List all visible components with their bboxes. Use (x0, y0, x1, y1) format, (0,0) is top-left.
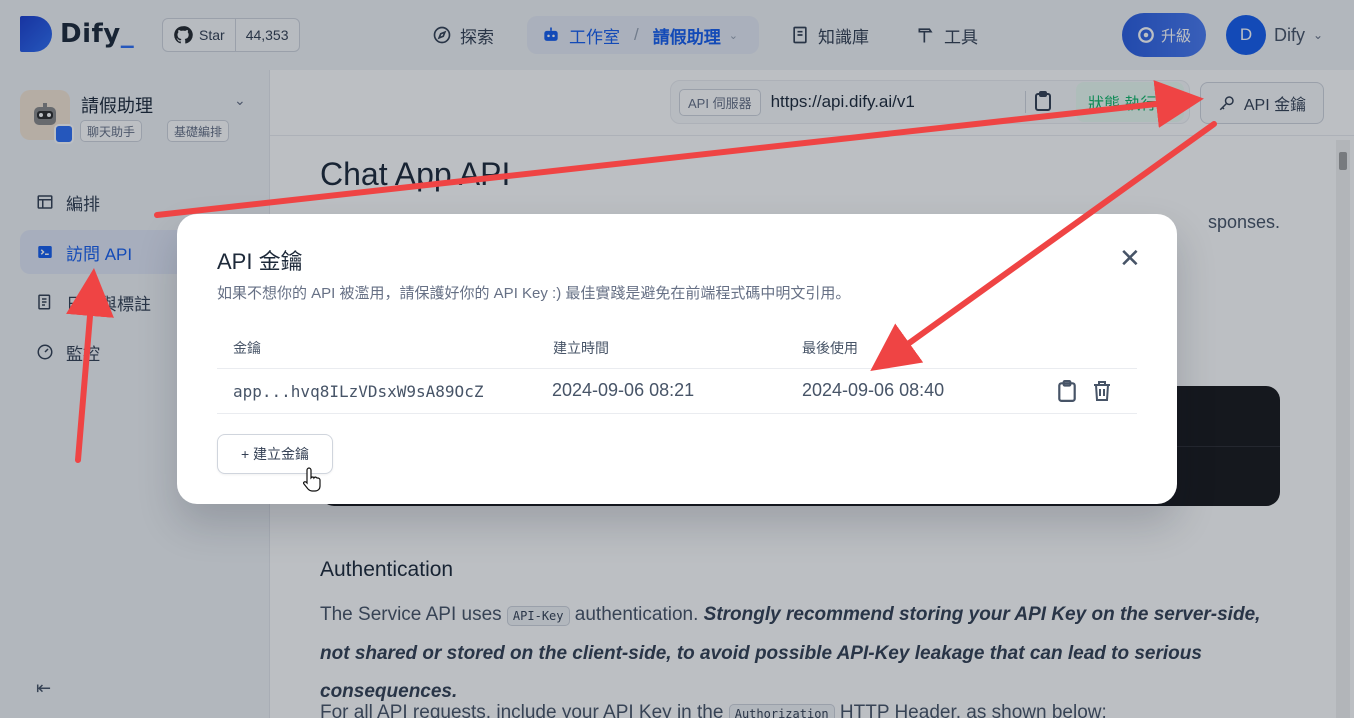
api-key-modal: API 金鑰 ✕ 如果不想你的 API 被濫用，請保護好你的 API Key :… (177, 214, 1177, 504)
hand-cursor-icon (303, 467, 321, 492)
column-header-key: 金鑰 (233, 340, 261, 356)
trash-icon[interactable] (1092, 380, 1114, 402)
copy-icon[interactable] (1057, 380, 1079, 402)
last-used-time: 2024-09-06 08:40 (802, 380, 945, 400)
modal-description: 如果不想你的 API 被濫用，請保護好你的 API Key :) 最佳實踐是避免… (217, 285, 851, 302)
api-key-value: app...hvq8ILzVDsxW9sA89OcZ (233, 382, 484, 401)
modal-title: API 金鑰 (217, 249, 303, 274)
created-time: 2024-09-06 08:21 (552, 380, 695, 400)
column-header-last-used: 最後使用 (802, 340, 858, 356)
column-header-created: 建立時間 (553, 340, 609, 356)
close-icon[interactable]: ✕ (1119, 244, 1141, 272)
